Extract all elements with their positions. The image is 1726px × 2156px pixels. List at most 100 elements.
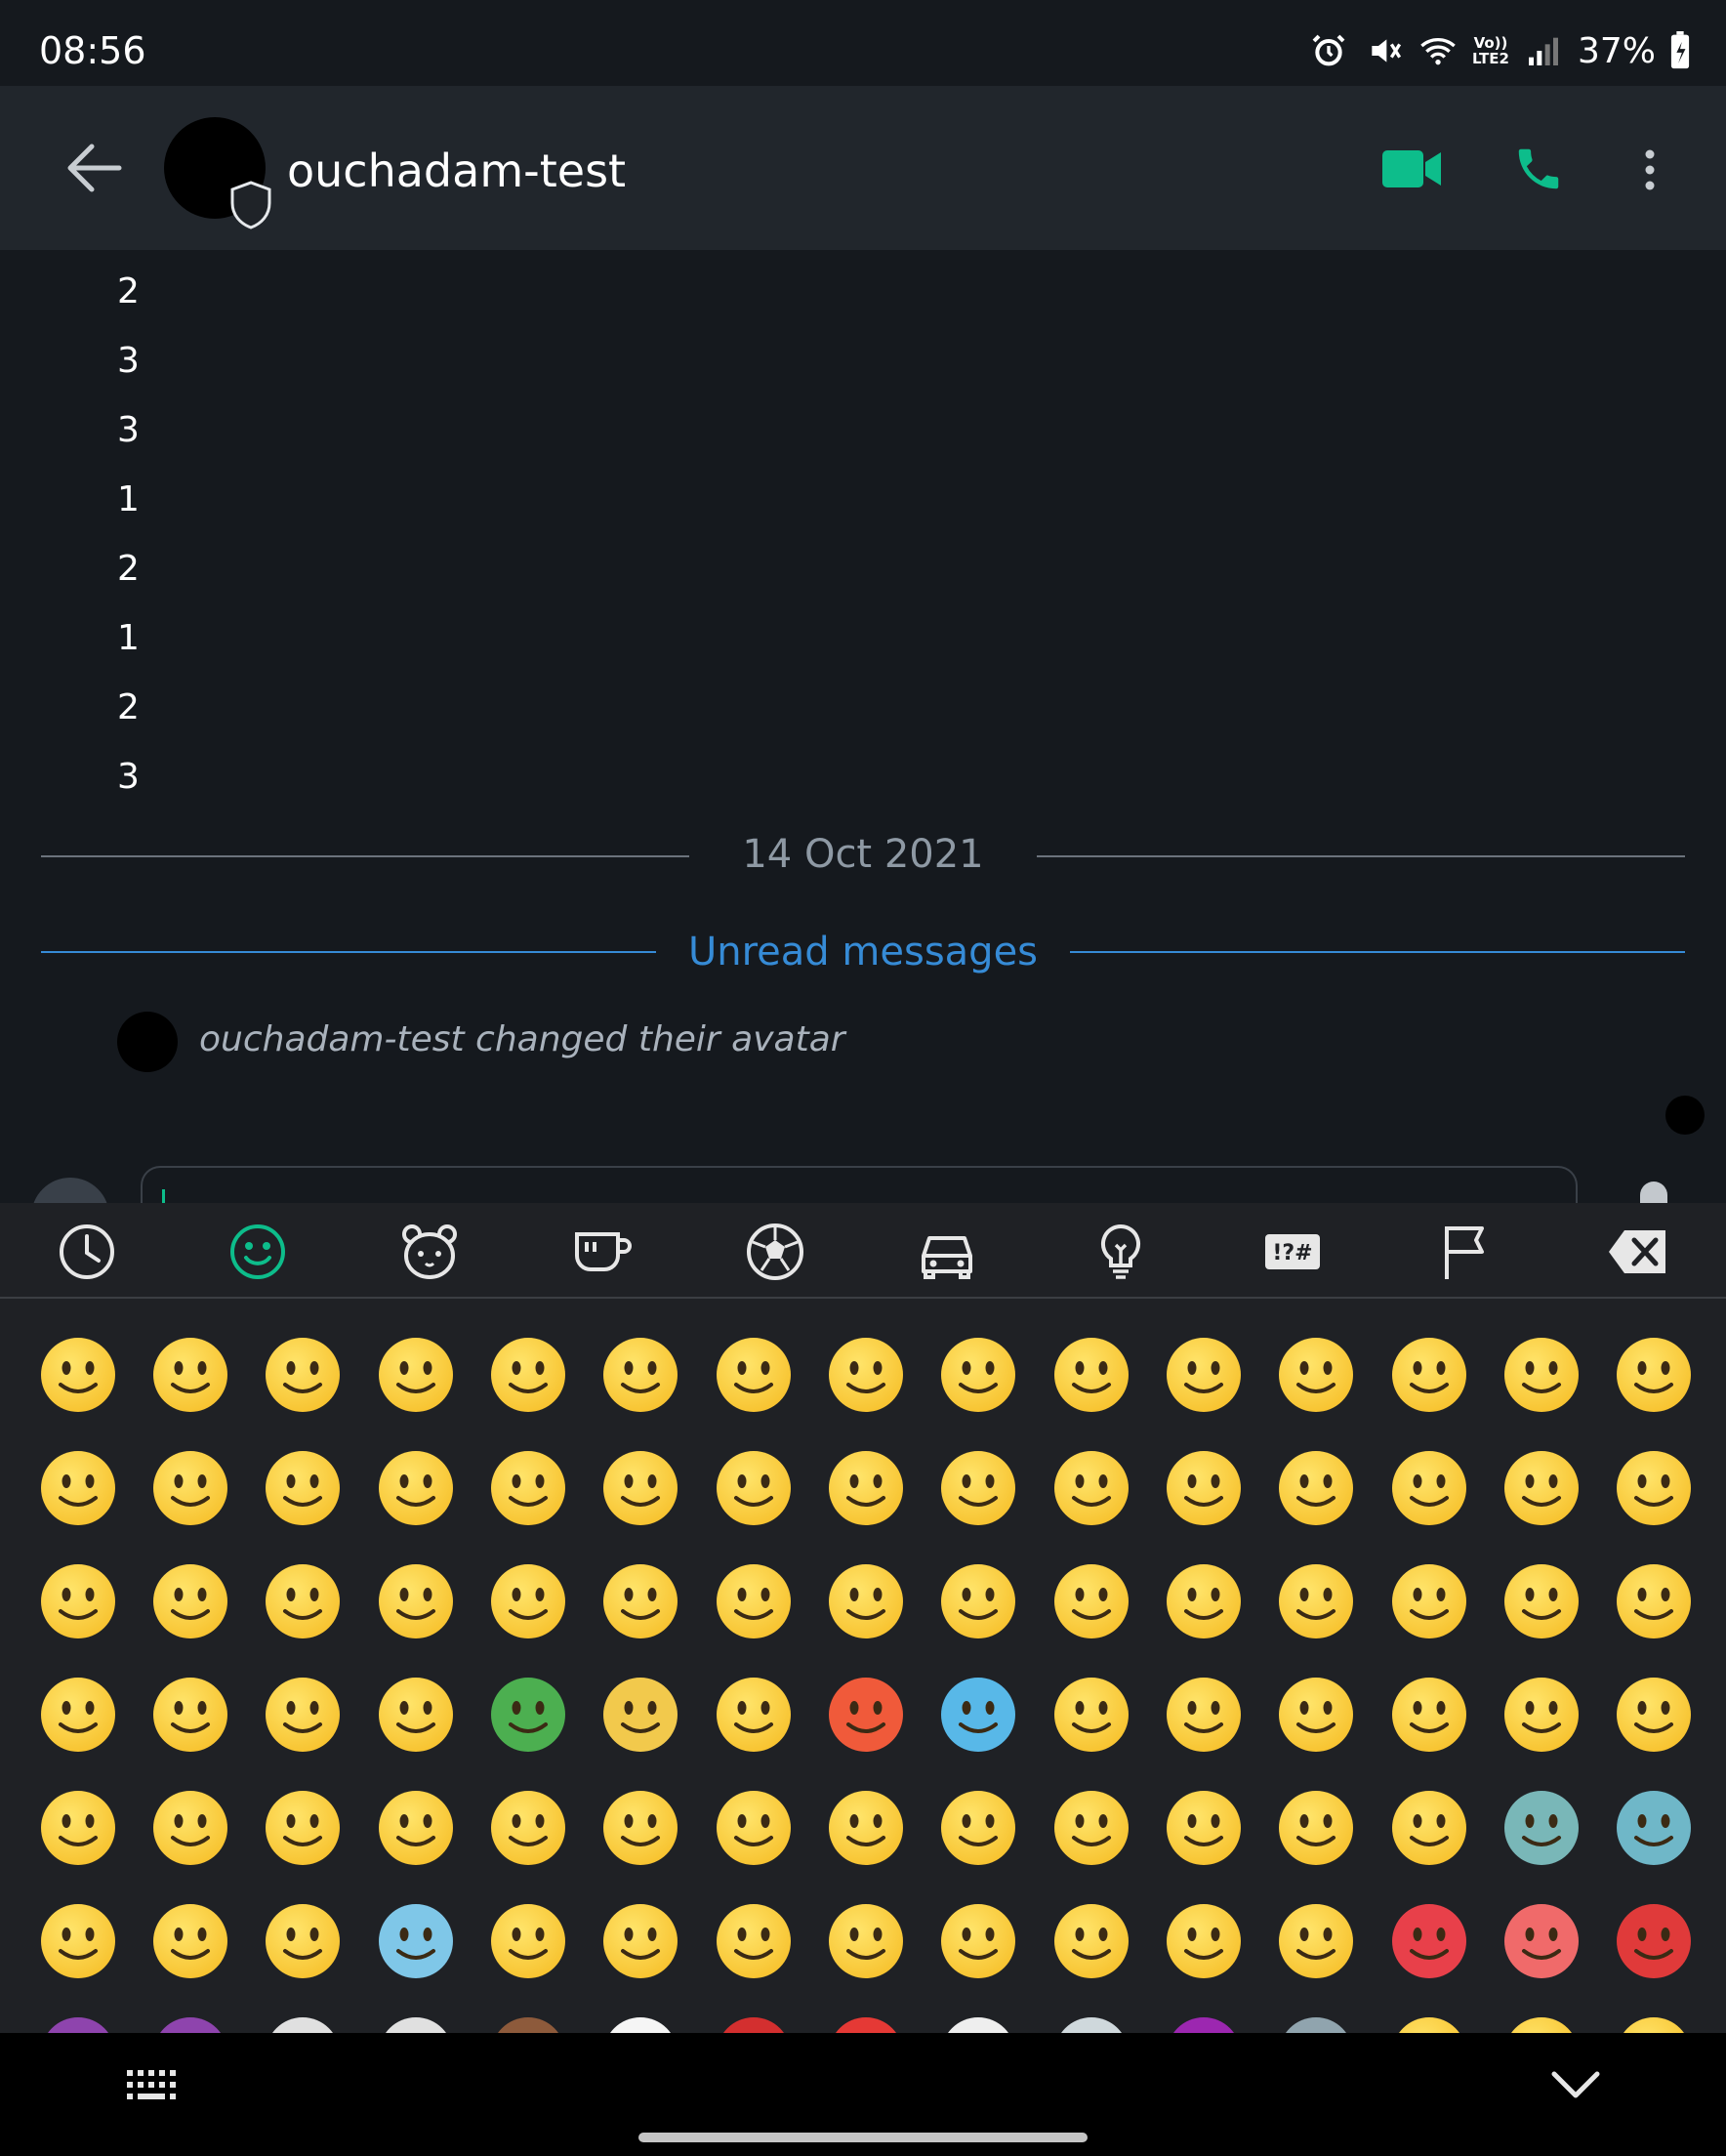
emoji-kissing-closed-eyes-icon[interactable] — [472, 1431, 584, 1545]
emoji-screaming-fear-icon[interactable] — [359, 1885, 472, 1998]
emoji-vomiting-icon[interactable] — [585, 1658, 697, 1771]
message-text[interactable]: 1 — [117, 479, 140, 519]
emoji-halo-icon[interactable] — [1373, 1318, 1485, 1431]
emoji-neutral-icon[interactable] — [359, 1545, 472, 1658]
emoji-tongue-out-icon[interactable] — [809, 1431, 922, 1545]
emoji-disappointed-icon[interactable] — [697, 1885, 809, 1998]
emoji-grinning-sweat-icon[interactable] — [585, 1318, 697, 1431]
emoji-medical-mask-icon[interactable] — [134, 1658, 246, 1771]
event-avatar[interactable] — [117, 1012, 178, 1072]
emoji-monocle-icon[interactable] — [134, 1771, 246, 1885]
emoji-angry-icon[interactable] — [1485, 1885, 1597, 1998]
animals-bear-icon[interactable] — [398, 1221, 461, 1283]
message-text[interactable]: 3 — [117, 410, 140, 450]
message-text[interactable]: 1 — [117, 618, 140, 658]
emoji-no-mouth-icon[interactable] — [585, 1545, 697, 1658]
emoji-loudly-crying-icon[interactable] — [247, 1885, 359, 1998]
emoji-smiling-face-icon[interactable] — [359, 1431, 472, 1545]
emoji-confounded-icon[interactable] — [472, 1885, 584, 1998]
emoji-winking-tongue-icon[interactable] — [923, 1431, 1035, 1545]
emoji-alien-icon[interactable] — [1035, 1998, 1147, 2033]
emoji-skull-icon[interactable] — [247, 1998, 359, 2033]
read-receipt-avatar[interactable] — [1665, 1096, 1705, 1135]
activity-ball-icon[interactable] — [744, 1221, 806, 1283]
symbols-icon[interactable]: !?# — [1261, 1221, 1324, 1283]
emoji-kissing-icon[interactable] — [247, 1431, 359, 1545]
emoji-fearful-icon[interactable] — [1485, 1771, 1597, 1885]
emoji-unamused-icon[interactable] — [809, 1545, 922, 1658]
emoji-pouting-icon[interactable] — [1373, 1885, 1485, 1998]
food-cup-icon[interactable] — [571, 1221, 634, 1283]
emoji-upside-down-icon[interactable] — [1035, 1318, 1147, 1431]
emoji-face-savoring-food-icon[interactable] — [697, 1431, 809, 1545]
timeline[interactable]: 2 3 3 1 2 1 2 3 14 Oct 2021 Unread messa… — [0, 250, 1726, 1256]
emoji-zipper-mouth-icon[interactable] — [134, 1545, 246, 1658]
flags-icon[interactable] — [1435, 1221, 1498, 1283]
emoji-alien-monster-icon[interactable] — [1147, 1998, 1259, 2033]
emoji-worried-icon[interactable] — [359, 1771, 472, 1885]
emoji-sneezing-icon[interactable] — [697, 1658, 809, 1771]
emoji-frowning-icon[interactable] — [585, 1771, 697, 1885]
emoji-rolling-on-floor-laughing-icon[interactable] — [697, 1318, 809, 1431]
emoji-sleepy-icon[interactable] — [1485, 1545, 1597, 1658]
message-text[interactable]: 3 — [117, 341, 140, 381]
emoji-nerd-icon[interactable] — [21, 1771, 134, 1885]
recent-clock-icon[interactable] — [56, 1221, 118, 1283]
home-gesture-bar[interactable] — [638, 2133, 1088, 2142]
emoji-drooling-icon[interactable] — [1598, 1545, 1710, 1658]
emoji-tears-of-joy-icon[interactable] — [809, 1318, 922, 1431]
emoji-pensive-icon[interactable] — [1373, 1545, 1485, 1658]
emoji-ogre-icon[interactable] — [697, 1998, 809, 2033]
emoji-sad-relieved-icon[interactable] — [21, 1885, 134, 1998]
emoji-open-mouth-icon[interactable] — [697, 1771, 809, 1885]
phone-icon[interactable] — [1511, 143, 1566, 195]
emoji-money-mouth-icon[interactable] — [1260, 1431, 1373, 1545]
emoji-exploding-head-icon[interactable] — [1260, 1658, 1373, 1771]
emoji-cat-joy-icon[interactable] — [1598, 1998, 1710, 2033]
emoji-downcast-sweat-icon[interactable] — [809, 1885, 922, 1998]
emoji-clown-icon[interactable] — [585, 1998, 697, 2033]
emoji-squinting-tongue-icon[interactable] — [1147, 1431, 1259, 1545]
emoji-star-struck-icon[interactable] — [21, 1431, 134, 1545]
emoji-rolling-eyes-icon[interactable] — [923, 1545, 1035, 1658]
emoji-head-bandage-icon[interactable] — [359, 1658, 472, 1771]
emoji-smiling-hearts-icon[interactable] — [1485, 1318, 1597, 1431]
emoji-smiling-imp-icon[interactable] — [21, 1998, 134, 2033]
emoji-nauseated-icon[interactable] — [472, 1658, 584, 1771]
emoji-cowboy-icon[interactable] — [1373, 1658, 1485, 1771]
emoji-persevering-icon[interactable] — [585, 1885, 697, 1998]
emoji-raised-eyebrow-icon[interactable] — [247, 1545, 359, 1658]
emoji-beaming-face-icon[interactable] — [359, 1318, 472, 1431]
emoji-woozy-icon[interactable] — [1035, 1658, 1147, 1771]
emoji-slightly-smiling-icon[interactable] — [923, 1318, 1035, 1431]
emoji-cat-smile-icon[interactable] — [1485, 1998, 1597, 2033]
emoji-tired-icon[interactable] — [1035, 1885, 1147, 1998]
keyboard-icon[interactable] — [123, 2066, 182, 2105]
emoji-pile-of-poo-icon[interactable] — [472, 1998, 584, 2033]
more-vertical-icon[interactable] — [1632, 146, 1667, 193]
emoji-hugging-icon[interactable] — [1373, 1431, 1485, 1545]
emoji-confused-icon[interactable] — [247, 1771, 359, 1885]
emoji-kissing-smiling-eyes-icon[interactable] — [585, 1431, 697, 1545]
emoji-sleeping-icon[interactable] — [21, 1658, 134, 1771]
emoji-angry-imp-icon[interactable] — [134, 1998, 246, 2033]
emoji-ghost-icon[interactable] — [923, 1998, 1035, 2033]
video-call-icon[interactable] — [1380, 145, 1445, 193]
emoji-flushed-icon[interactable] — [1035, 1771, 1147, 1885]
emoji-slightly-frowning-icon[interactable] — [472, 1771, 584, 1885]
emoji-goblin-icon[interactable] — [809, 1998, 922, 2033]
emoji-pleading-icon[interactable] — [1147, 1771, 1259, 1885]
emoji-lying-icon[interactable] — [1147, 1545, 1259, 1658]
smileys-icon[interactable] — [226, 1221, 289, 1283]
emoji-thermometer-icon[interactable] — [247, 1658, 359, 1771]
message-text[interactable]: 3 — [117, 757, 140, 797]
emoji-grinning-cat-icon[interactable] — [1373, 1998, 1485, 2033]
emoji-heart-eyes-icon[interactable] — [1598, 1318, 1710, 1431]
travel-car-icon[interactable] — [916, 1221, 978, 1283]
emoji-squinting-laugh-icon[interactable] — [472, 1318, 584, 1431]
emoji-frowning-open-mouth-icon[interactable] — [1260, 1771, 1373, 1885]
emoji-hushed-icon[interactable] — [809, 1771, 922, 1885]
emoji-winking-icon[interactable] — [1147, 1318, 1259, 1431]
emoji-grinning-smiling-eyes-icon[interactable] — [247, 1318, 359, 1431]
backspace-icon[interactable] — [1607, 1221, 1669, 1283]
